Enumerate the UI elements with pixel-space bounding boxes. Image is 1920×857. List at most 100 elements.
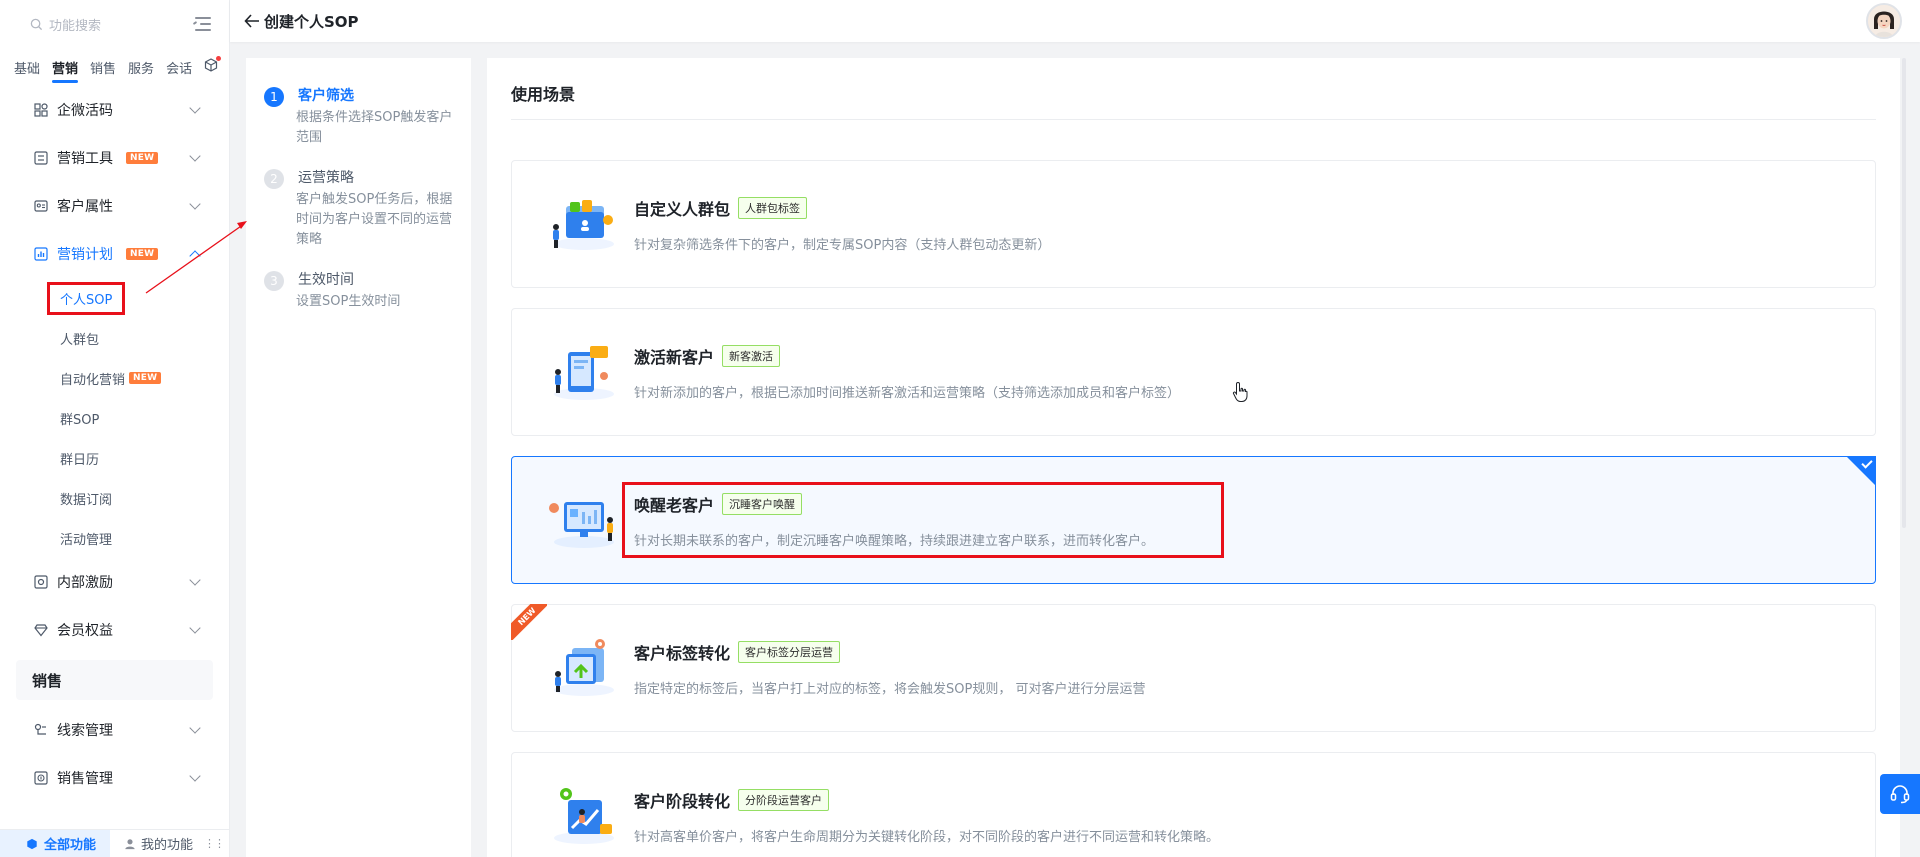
nav-label: 会员权益: [57, 623, 113, 639]
card-tag: 客户标签分层运营: [738, 640, 841, 663]
sub-label: 自动化营销: [60, 372, 126, 388]
card-desc: 针对复杂筛选条件下的客户，制定专属SOP内容（支持人群包动态更新）: [634, 237, 1051, 253]
sub-label: 个人SOP: [60, 292, 113, 308]
nav-label: 营销计划: [57, 247, 113, 263]
stage-illustration-icon: [542, 776, 622, 856]
tab-sales[interactable]: 销售: [90, 52, 116, 83]
page-header: 创建个人SOP: [230, 0, 1920, 42]
all-functions-button[interactable]: 全部功能: [0, 829, 111, 857]
chevron-down-icon: [189, 574, 201, 586]
step-number: 1: [264, 87, 284, 107]
diamond-icon: [34, 624, 48, 637]
card-tag: 分阶段运营客户: [738, 788, 830, 811]
sidebar-item-activity-mgmt[interactable]: 活动管理: [0, 518, 229, 558]
card-title: 客户标签转化: [634, 643, 731, 663]
customer-service-button[interactable]: [1880, 774, 1920, 814]
nav-label: 线索管理: [57, 723, 113, 739]
nav-label: 营销工具: [57, 151, 113, 167]
card-tag: 沉睡客户唤醒: [722, 492, 803, 515]
step-desc: 根据条件选择SOP触发客户范围: [296, 110, 453, 145]
menu-fold-icon[interactable]: [192, 16, 211, 32]
toolbox-icon: [34, 151, 48, 165]
sidebar-top-tabs: 基础 营销 销售 服务 会话: [0, 48, 229, 86]
tab-basic[interactable]: 基础: [14, 52, 40, 83]
notification-dot: [216, 56, 222, 61]
card-title: 唤醒老客户: [634, 495, 715, 515]
nav-group-member-benefits[interactable]: 会员权益: [0, 606, 229, 654]
steps-panel: 1 客户筛选 根据条件选择SOP触发客户范围 2 运营策略 客户触发SOP任务后…: [246, 58, 471, 857]
card-desc: 针对新添加的客户，根据已添加时间推送新客激活和运营策略（支持筛选添加成员和客户标…: [634, 385, 1181, 401]
step-desc: 客户触发SOP任务后，根据时间为客户设置不同的运营策略: [296, 192, 453, 247]
new-badge: NEW: [126, 152, 159, 164]
sidebar-item-group-calendar[interactable]: 群日历: [0, 438, 229, 478]
drag-handle-icon[interactable]: ⋮⋮: [204, 837, 225, 850]
step-title: 客户筛选: [298, 88, 354, 104]
chevron-down-icon: [189, 722, 201, 734]
tab-marketing[interactable]: 营销: [52, 52, 79, 83]
sidebar: 功能搜索 基础 营销 销售 服务 会话 企微活码 营销工具 NEW 客户属性 营…: [0, 0, 230, 857]
step-title: 生效时间: [298, 272, 354, 288]
card-desc: 指定特定的标签后，当客户打上对应的标签，将会触发SOP规则， 可对客户进行分层运…: [634, 681, 1146, 697]
card-title: 自定义人群包: [634, 199, 731, 219]
nav-group-customer-attr[interactable]: 客户属性: [0, 182, 229, 230]
step-operation-strategy[interactable]: 2 运营策略 客户触发SOP任务后，根据时间为客户设置不同的运营策略: [264, 168, 453, 250]
nav-group-marketing-tools[interactable]: 营销工具 NEW: [0, 134, 229, 182]
sidebar-item-group-sop[interactable]: 群SOP: [0, 398, 229, 438]
search-placeholder: 功能搜索: [49, 18, 102, 34]
hand-cursor-icon: [1232, 381, 1248, 402]
scrollbar[interactable]: [1902, 58, 1906, 528]
scenario-card-tag-conversion[interactable]: NEW 客户标签转化 客户标签分层运营 指定特定的标签后，当客户打上对应的标签，…: [511, 604, 1876, 732]
nav-group-internal-incentive[interactable]: 内部激励: [0, 558, 229, 606]
grid-icon: [34, 103, 48, 117]
nav-label: 销售管理: [57, 771, 113, 787]
all-functions-label: 全部功能: [44, 838, 97, 853]
my-functions-label: 我的功能: [141, 838, 194, 853]
tab-service[interactable]: 服务: [128, 52, 154, 83]
nav-label: 企微活码: [57, 103, 113, 119]
sidebar-item-auto-marketing[interactable]: 自动化营销 NEW: [0, 358, 229, 398]
scenario-card-custom-crowd[interactable]: 自定义人群包 人群包标签 针对复杂筛选条件下的客户，制定专属SOP内容（支持人群…: [511, 160, 1876, 288]
step-desc: 设置SOP生效时间: [296, 294, 401, 309]
monitor-illustration-icon: [542, 480, 622, 560]
tab-conversation[interactable]: 会话: [166, 52, 192, 83]
nav-group-sales-mgmt[interactable]: 销售管理: [0, 754, 229, 802]
section-title: 使用场景: [511, 58, 1876, 120]
nav-label: 内部激励: [57, 575, 113, 591]
sidebar-bottom-bar: 全部功能 我的功能 ⋮⋮: [0, 829, 229, 857]
tab-more[interactable]: [204, 52, 222, 82]
nav-group-lead-mgmt[interactable]: 线索管理: [0, 706, 229, 754]
id-card-icon: [34, 200, 48, 212]
scenario-panel: 使用场景 自定义人群包 人群包标签 针对复杂筛选条件下的客户，制定专属SOP内容…: [487, 58, 1900, 857]
scenario-card-wake-old[interactable]: 唤醒老客户 沉睡客户唤醒 针对长期未联系的客户，制定沉睡客户唤醒策略，持续跟进建…: [511, 456, 1876, 584]
function-search-input[interactable]: 功能搜索: [30, 15, 101, 34]
bar-chart-icon: [34, 247, 48, 261]
chevron-down-icon: [189, 102, 201, 114]
headset-icon: [1890, 785, 1910, 804]
back-button[interactable]: 创建个人SOP: [244, 11, 359, 32]
search-icon: [30, 18, 43, 30]
tag-illustration-icon: [542, 628, 622, 708]
sidebar-item-personal-sop[interactable]: 个人SOP: [0, 278, 229, 318]
highlight-annotation: 个人SOP: [47, 281, 126, 315]
step-effective-time[interactable]: 3 生效时间 设置SOP生效时间: [264, 270, 453, 312]
nav-group-marketing-plan[interactable]: 营销计划 NEW: [0, 230, 229, 278]
chevron-down-icon: [189, 198, 201, 210]
sidebar-item-crowd-pack[interactable]: 人群包: [0, 318, 229, 358]
scenario-card-activate-new[interactable]: 激活新客户 新客激活 针对新添加的客户，根据已添加时间推送新客激活和运营策略（支…: [511, 308, 1876, 436]
card-tag: 人群包标签: [738, 196, 808, 219]
new-badge: NEW: [126, 248, 159, 260]
scenario-card-stage-conversion[interactable]: 客户阶段转化 分阶段运营客户 针对高客单价客户，将客户生命周期分为关键转化阶段，…: [511, 752, 1876, 857]
step-number: 2: [264, 169, 284, 189]
step-customer-filter[interactable]: 1 客户筛选 根据条件选择SOP触发客户范围: [264, 86, 453, 148]
card-tag: 新客激活: [722, 344, 781, 367]
chevron-up-icon: [189, 250, 201, 262]
my-functions-button[interactable]: 我的功能 ⋮⋮: [110, 834, 225, 853]
avatar[interactable]: [1866, 3, 1902, 39]
new-badge: NEW: [129, 372, 162, 384]
section-title-sales: 销售: [16, 660, 213, 700]
chevron-down-icon: [189, 150, 201, 162]
card-desc: 针对长期未联系的客户，制定沉睡客户唤醒策略，持续跟进建立客户联系，进而转化客户。: [634, 533, 1155, 549]
nav-group-qw-code[interactable]: 企微活码: [0, 86, 229, 134]
card-title: 激活新客户: [634, 347, 715, 367]
sidebar-item-data-subscription[interactable]: 数据订阅: [0, 478, 229, 518]
